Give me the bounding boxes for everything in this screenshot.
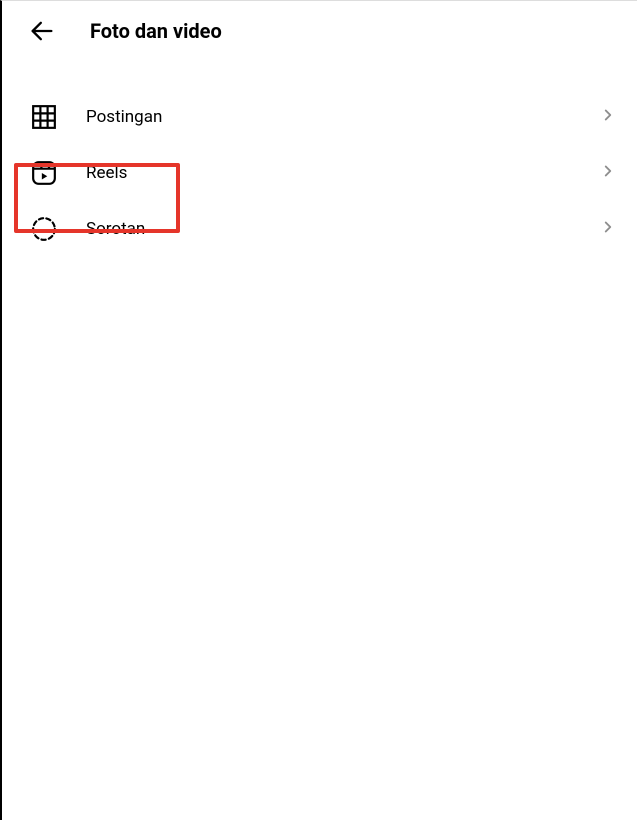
chevron-right-icon [599, 218, 617, 240]
chevron-right-icon [599, 106, 617, 128]
highlights-icon [30, 215, 58, 243]
page-title: Foto dan video [90, 19, 222, 43]
menu-item-sorotan[interactable]: Sorotan [2, 201, 637, 257]
back-button[interactable] [26, 15, 58, 47]
reels-icon [30, 159, 58, 187]
chevron-right-icon [599, 162, 617, 184]
arrow-left-icon [28, 17, 56, 45]
menu-item-label: Postingan [86, 107, 599, 127]
menu-item-reels[interactable]: Reels [2, 145, 637, 201]
menu-list: Postingan Reels [2, 61, 637, 257]
menu-item-label: Reels [86, 163, 599, 183]
header: Foto dan video [2, 1, 637, 61]
grid-icon [30, 103, 58, 131]
menu-item-postingan[interactable]: Postingan [2, 89, 637, 145]
menu-item-label: Sorotan [86, 219, 599, 239]
